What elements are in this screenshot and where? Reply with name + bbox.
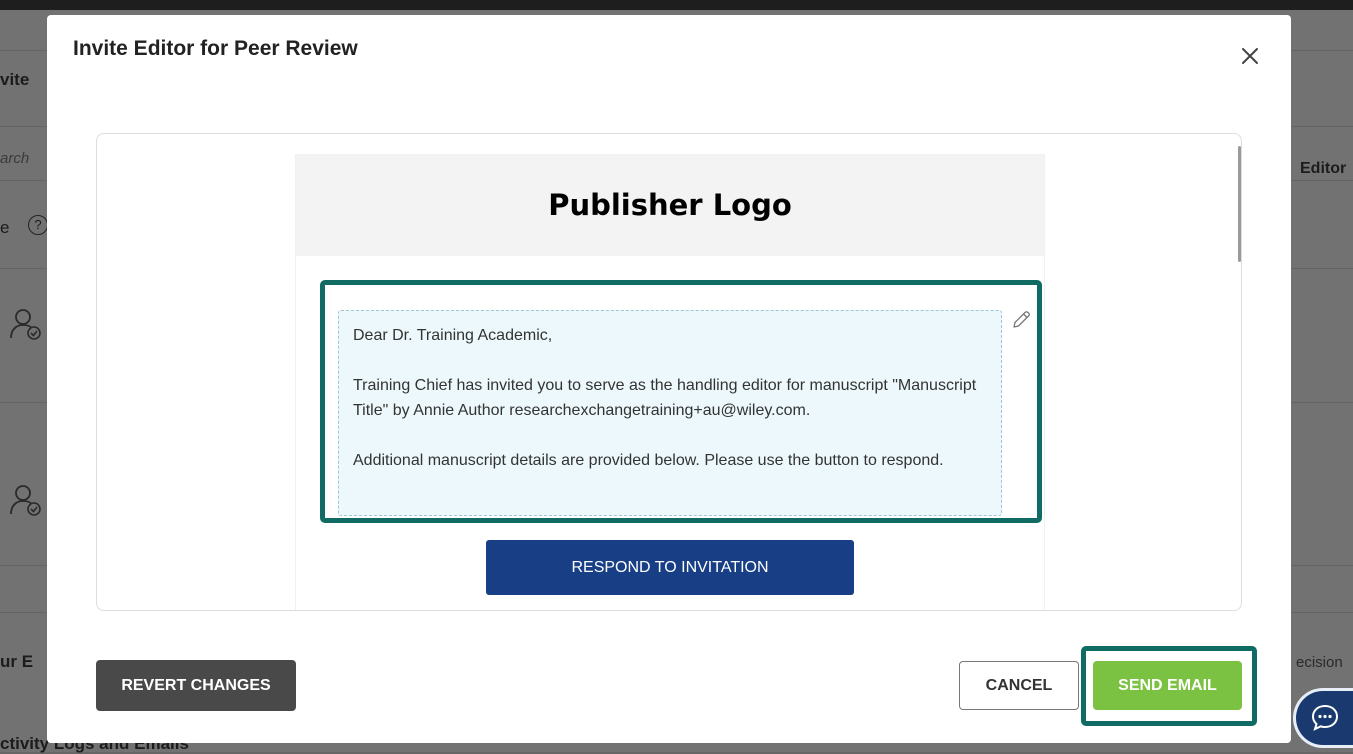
user-check-icon [10, 485, 41, 516]
background-search-fragment: arch [0, 150, 30, 167]
background-heading-fragment: vite [0, 70, 30, 89]
invite-editor-modal: Invite Editor for Peer Review Publisher … [47, 15, 1291, 743]
close-button[interactable] [1237, 43, 1263, 69]
background-editor-fragment: Editor [1300, 160, 1347, 177]
email-card: Publisher Logo Dear Dr. Training Academi… [295, 154, 1045, 610]
revert-changes-button[interactable]: REVERT CHANGES [96, 660, 296, 711]
send-email-button[interactable]: SEND EMAIL [1093, 661, 1242, 710]
email-paragraph: Additional manuscript details are provid… [353, 452, 944, 469]
background-label-fragment: e [0, 218, 10, 237]
email-paragraph: Training Chief has invited you to serve … [353, 377, 977, 419]
preview-scrollbar[interactable] [1238, 146, 1241, 262]
background-help-icon: ? [28, 215, 48, 235]
publisher-logo-banner: Publisher Logo [296, 154, 1044, 256]
cancel-button[interactable]: CANCEL [959, 661, 1079, 710]
background-decision-fragment: ecision [1296, 654, 1343, 671]
email-greeting: Dear Dr. Training Academic, [353, 327, 553, 344]
user-check-icon [10, 309, 41, 340]
close-icon [1242, 48, 1258, 64]
background-topbar [0, 0, 1353, 10]
chat-launcher-button[interactable] [1293, 688, 1353, 748]
modal-title: Invite Editor for Peer Review [73, 37, 358, 60]
publisher-logo: Publisher Logo [548, 188, 792, 222]
background-section-fragment: ur E [0, 652, 34, 671]
chat-bubble-icon [1311, 704, 1339, 731]
email-preview-panel[interactable]: Publisher Logo Dear Dr. Training Academi… [96, 133, 1242, 611]
editable-email-body[interactable]: Dear Dr. Training Academic, Training Chi… [338, 310, 1002, 516]
respond-to-invitation-button[interactable]: RESPOND TO INVITATION [486, 540, 854, 595]
pencil-icon[interactable] [1010, 309, 1032, 331]
